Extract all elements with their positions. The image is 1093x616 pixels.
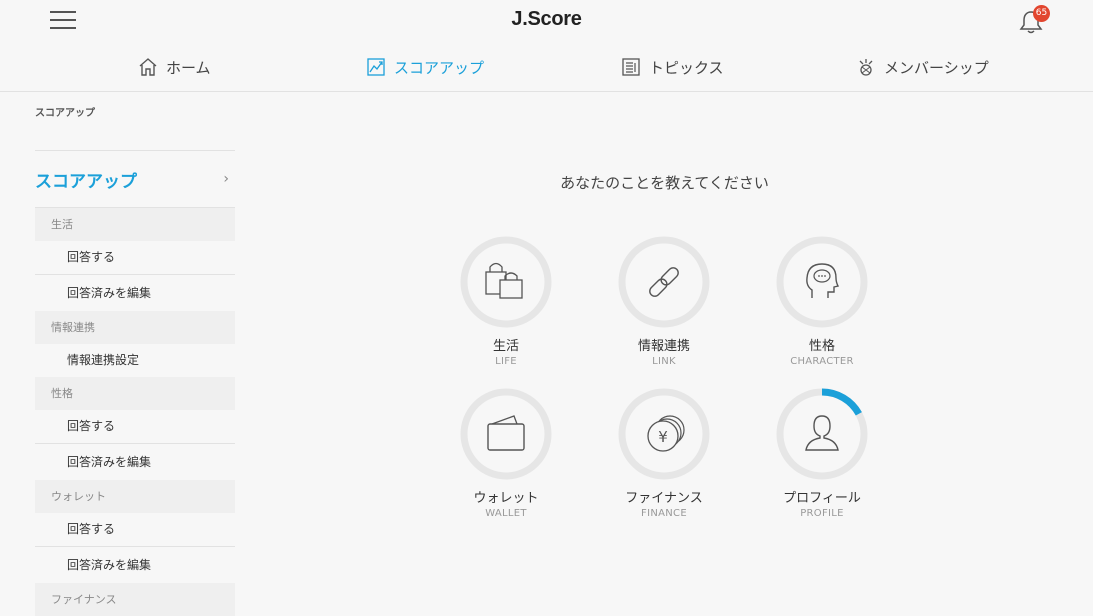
category-wallet-sublabel: WALLET (485, 508, 527, 519)
notification-badge: 65 (1033, 5, 1050, 22)
home-icon (139, 58, 157, 76)
tab-score-up[interactable]: スコアアップ (366, 43, 484, 91)
category-finance-sublabel: FINANCE (641, 508, 687, 519)
category-life-sublabel: LIFE (495, 356, 517, 367)
sidebar-item-wallet-answer[interactable]: 回答する (35, 513, 235, 547)
category-profile-sublabel: PROFILE (800, 508, 844, 519)
category-life-label: 生活 (492, 339, 519, 354)
yen-coins-icon: ¥ (647, 415, 685, 452)
tab-membership[interactable]: メンバーシップ (856, 43, 989, 91)
sidebar-item-life-edit[interactable]: 回答済みを編集 (35, 275, 235, 311)
svg-text:¥: ¥ (658, 428, 668, 446)
category-wallet[interactable]: ウォレット WALLET (426, 386, 586, 519)
tab-home[interactable]: ホーム (138, 43, 211, 91)
category-link[interactable]: 情報連携 LINK (584, 234, 744, 367)
category-character-sublabel: CHARACTER (790, 356, 854, 367)
tab-membership-label: メンバーシップ (884, 58, 989, 77)
sidebar-section-character: 性格 (35, 377, 235, 410)
category-link-sublabel: LINK (652, 356, 676, 367)
wallet-icon (487, 415, 525, 451)
head-icon (806, 263, 840, 298)
tab-home-label: ホーム (166, 58, 211, 77)
category-profile[interactable]: プロフィール PROFILE (742, 386, 902, 519)
chart-up-icon (367, 58, 385, 76)
category-character[interactable]: 性格 CHARACTER (742, 234, 902, 367)
sidebar-item-life-answer[interactable]: 回答する (35, 241, 235, 275)
sidebar-section-link: 情報連携 (35, 311, 235, 344)
category-life[interactable]: 生活 LIFE (426, 234, 586, 367)
sidebar-item-link-settings[interactable]: 情報連携設定 (35, 344, 235, 377)
category-finance[interactable]: ¥ ファイナンス FINANCE (584, 386, 744, 519)
category-finance-label: ファイナンス (625, 491, 703, 506)
document-icon (622, 58, 640, 76)
tab-topics[interactable]: トピックス (621, 43, 724, 91)
sidebar-item-character-answer[interactable]: 回答する (35, 410, 235, 444)
membership-icon (859, 59, 873, 76)
sidebar-item-character-edit[interactable]: 回答済みを編集 (35, 444, 235, 480)
app-logo[interactable]: J.Score (0, 8, 1093, 31)
sidebar: スコアアップ › 生活 回答する 回答済みを編集 情報連携 情報連携設定 性格 … (35, 150, 235, 616)
link-icon (649, 267, 679, 297)
category-wallet-label: ウォレット (473, 491, 539, 506)
category-character-label: 性格 (808, 339, 835, 354)
sidebar-section-life: 生活 (35, 208, 235, 241)
sidebar-section-finance: ファイナンス (35, 583, 235, 616)
page-heading: あなたのことを教えてください (560, 174, 769, 192)
tab-topics-label: トピックス (649, 58, 724, 77)
category-link-label: 情報連携 (637, 339, 690, 354)
sidebar-item-wallet-edit[interactable]: 回答済みを編集 (35, 547, 235, 583)
person-icon (805, 415, 839, 451)
category-profile-label: プロフィール (783, 491, 861, 506)
breadcrumb[interactable]: スコアアップ (35, 104, 95, 119)
shopping-bags-icon (485, 262, 523, 299)
sidebar-section-wallet: ウォレット (35, 480, 235, 513)
tab-score-up-label: スコアアップ (394, 58, 485, 77)
top-bar: J.Score 65 (0, 0, 1093, 43)
main-nav: ホーム スコアアップ トピックス メンバーシップ (0, 43, 1093, 92)
